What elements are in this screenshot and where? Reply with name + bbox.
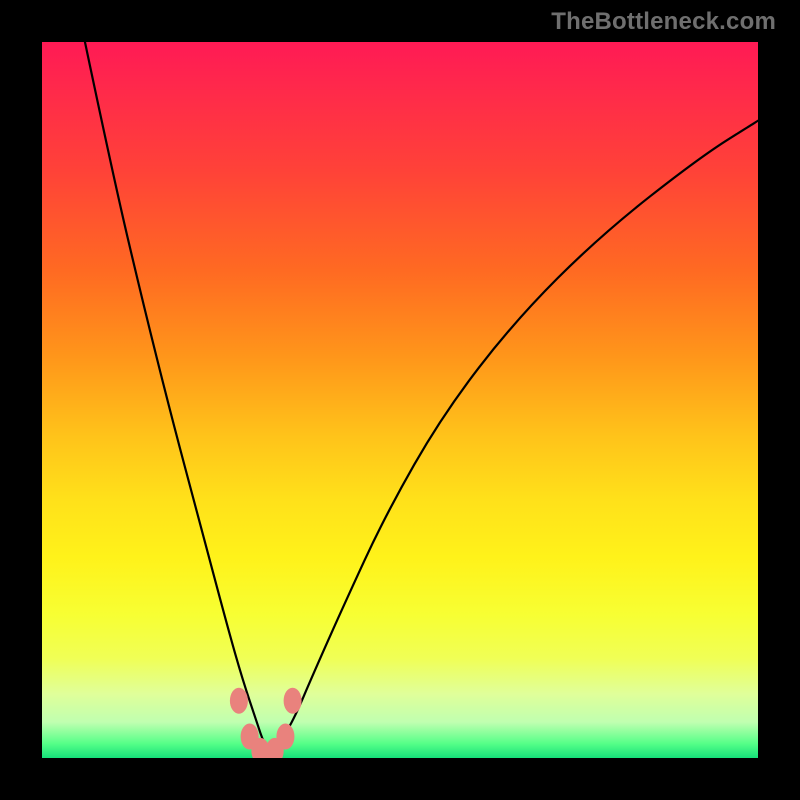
attribution-watermark: TheBottleneck.com: [551, 8, 776, 36]
valley-marker: [276, 724, 294, 750]
chart-frame: TheBottleneck.com: [0, 0, 800, 800]
bottleneck-curve: [42, 42, 758, 758]
plot-area: [42, 42, 758, 758]
valley-marker: [284, 688, 302, 714]
valley-marker: [230, 688, 248, 714]
